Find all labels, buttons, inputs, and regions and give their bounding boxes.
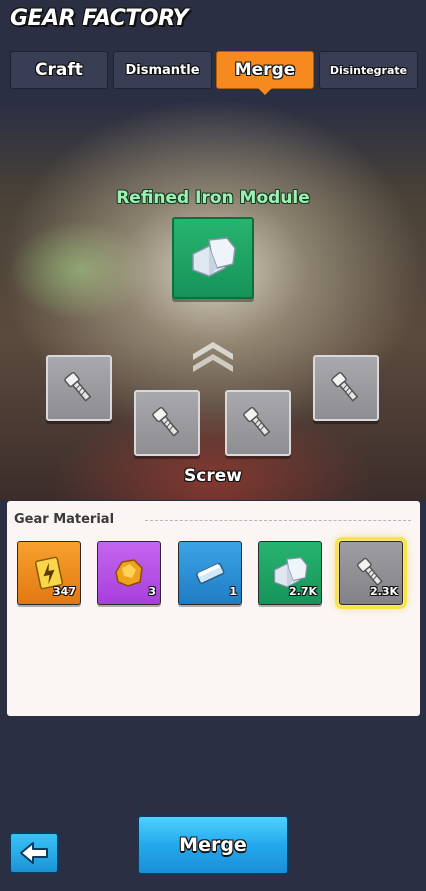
ingredient-slot-2[interactable] [134,390,200,456]
panel-title: Gear Material [14,512,115,527]
merge-ingredient-name: Screw [184,466,242,486]
material-item-gold-ore[interactable]: 3 [97,541,161,605]
material-item-lightning-manual[interactable]: 347 [17,541,81,605]
material-item-screw[interactable]: 2.3K [335,537,407,609]
ingredient-slot-1[interactable] [46,355,112,421]
iron-module-icon [192,237,236,277]
merge-button[interactable]: Merge [137,815,289,875]
panel-divider [145,520,411,521]
tab-disintegrate[interactable]: Disintegrate [319,51,418,89]
material-count: 347 [53,585,76,598]
ingredient-slot-3[interactable] [225,390,291,456]
tab-dismantle[interactable]: Dismantle [113,51,212,89]
ingredient-slot-4[interactable] [313,355,379,421]
material-count: 3 [148,585,156,598]
merge-product-slot[interactable] [172,217,254,299]
screw-icon [64,371,92,402]
merge-scene-background [0,100,426,500]
screw-icon [243,406,271,437]
screw-icon [331,371,359,402]
gold-ore-icon [115,559,143,587]
tab-craft[interactable]: Craft [10,51,108,89]
tab-bar: Craft Dismantle Merge Disintegrate [10,51,418,95]
material-item-iron-module[interactable]: 2.7K [258,541,322,605]
material-item-blue-ingot[interactable]: 1 [178,541,242,605]
material-count: 2.3K [369,585,398,598]
merge-direction-icon [193,342,233,372]
page-title: GEAR FACTORY [10,6,188,31]
screw-icon [152,406,180,437]
back-button[interactable] [9,832,59,874]
blue-ingot-icon [196,562,225,585]
material-count: 2.7K [288,585,317,598]
merge-product-name: Refined Iron Module [116,188,310,208]
back-arrow-icon [20,842,48,864]
material-count: 1 [229,585,237,598]
gear-material-panel: Gear Material [7,501,420,716]
tab-merge[interactable]: Merge [216,51,314,95]
